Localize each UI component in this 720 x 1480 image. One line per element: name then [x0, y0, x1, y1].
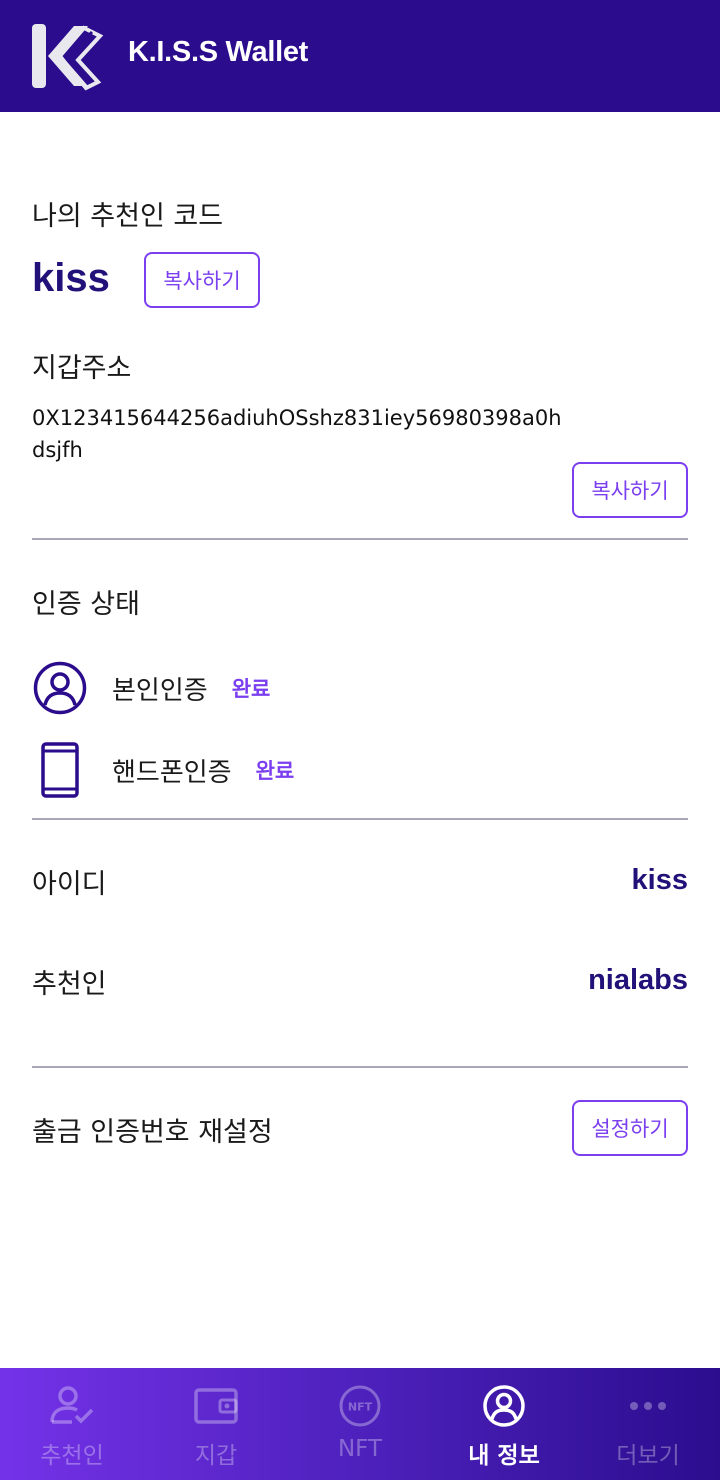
copy-referral-code-button[interactable]: 복사하기 [144, 252, 260, 308]
bottom-navigation: 추천인 지갑 NFT NFT 내 정보 더보기 [0, 1368, 720, 1480]
svg-text:NFT: NFT [348, 1401, 373, 1414]
identity-verification-label: 본인인증 [112, 675, 208, 706]
divider [32, 1066, 688, 1068]
divider [32, 818, 688, 820]
nav-item-more[interactable]: 더보기 [576, 1368, 720, 1480]
withdraw-pin-reset-label: 출금 인증번호 재설정 [32, 1117, 273, 1148]
phone-verification-status: 완료 [255, 759, 295, 783]
referrer-label: 추천인 [32, 969, 107, 1000]
nav-label-nft: NFT [337, 1436, 383, 1462]
more-dots-icon [624, 1384, 672, 1428]
nav-label-referral: 추천인 [40, 1443, 104, 1469]
phone-verification-label: 핸드폰인증 [112, 757, 232, 788]
app-header: K.I.S.S Wallet [0, 0, 720, 112]
verification-row-phone: 핸드폰인증 완료 [32, 740, 294, 800]
copy-wallet-address-button[interactable]: 복사하기 [572, 462, 688, 518]
divider [32, 538, 688, 540]
phone-icon [32, 742, 88, 798]
wallet-address-label: 지갑주소 [32, 353, 132, 384]
nav-item-wallet[interactable]: 지갑 [144, 1368, 288, 1480]
referrer-value: nialabs [588, 964, 688, 996]
nav-label-my-info: 내 정보 [468, 1443, 540, 1469]
app-title: K.I.S.S Wallet [128, 36, 309, 68]
kiss-logo-icon [32, 24, 104, 91]
verification-title: 인증 상태 [32, 589, 140, 620]
nav-item-nft[interactable]: NFT NFT [288, 1368, 432, 1480]
verification-row-identity: 본인인증 완료 [32, 658, 270, 718]
user-circle-icon [32, 660, 88, 716]
nav-item-referral[interactable]: 추천인 [0, 1368, 144, 1480]
withdraw-pin-reset-button[interactable]: 설정하기 [572, 1100, 688, 1156]
user-id-value: kiss [631, 864, 688, 896]
identity-verification-status: 완료 [231, 677, 271, 701]
referral-code-value: kiss [32, 256, 110, 300]
user-id-label: 아이디 [32, 869, 107, 900]
nft-icon: NFT [336, 1384, 384, 1428]
nav-item-my-info[interactable]: 내 정보 [432, 1368, 576, 1480]
user-circle-icon [480, 1384, 528, 1428]
referral-code-label: 나의 추천인 코드 [32, 201, 224, 232]
user-check-icon [48, 1384, 96, 1428]
nav-label-more: 더보기 [616, 1443, 680, 1469]
wallet-address-value: 0X123415644256adiuhOSshz831iey56980398a0… [32, 406, 562, 462]
nav-label-wallet: 지갑 [194, 1443, 238, 1469]
wallet-icon [192, 1384, 240, 1428]
